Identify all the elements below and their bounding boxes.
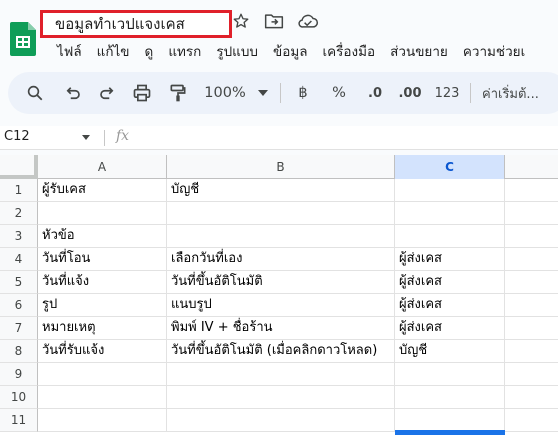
cell-b5[interactable]: วันที่ขึ้นอัติโนมัติ [167,271,395,294]
percent-format-button[interactable]: % [328,72,350,114]
cell-a8[interactable]: วันที่รับแจ้ง [38,340,167,363]
cell-b2[interactable] [167,202,395,225]
row-header-3[interactable]: 3 [0,225,38,248]
search-icon[interactable] [22,72,48,114]
cell-a10[interactable] [38,386,167,409]
cell-b7[interactable]: พิมพ์ IV + ชื่อร้าน [167,317,395,340]
cell-a6[interactable]: รูป [38,294,167,317]
cell-c9[interactable] [395,363,505,386]
cell-d1[interactable] [505,179,558,202]
cell-c8[interactable]: บัญชี [395,340,505,363]
cell-a4[interactable]: วันที่โอน [38,248,167,271]
menu-format[interactable]: รูปแบบ [216,40,258,62]
decrease-decimal-button[interactable]: .0 [362,72,388,114]
column-header-c[interactable]: C [395,155,505,179]
cell-b11[interactable] [167,409,395,432]
cell-d2[interactable] [505,202,558,225]
number-format-button[interactable]: 123 [432,72,462,114]
default-font-select[interactable]: ค่าเริ่มต้... [482,72,558,114]
menu-view[interactable]: ดู [145,40,154,62]
column-header-row: A B C [0,155,558,179]
menu-tools[interactable]: เครื่องมือ [323,40,376,62]
cell-d9[interactable] [505,363,558,386]
cell-b1[interactable]: บัญชี [167,179,395,202]
cell-c2[interactable] [395,202,505,225]
cloud-status-icon[interactable] [297,12,319,32]
star-icon[interactable] [232,12,252,32]
cell-b9[interactable] [167,363,395,386]
cell-b10[interactable] [167,386,395,409]
cell-c6[interactable]: ผู้ส่งเคส [395,294,505,317]
print-icon[interactable] [128,72,156,114]
fx-icon: fx [116,128,130,144]
cell-d3[interactable] [505,225,558,248]
formula-input[interactable] [140,129,550,147]
menu-extensions[interactable]: ส่วนขยาย [390,40,448,62]
cell-d10[interactable] [505,386,558,409]
dropdown-arrow-icon[interactable] [256,72,270,114]
zoom-select[interactable]: 100% [202,72,248,114]
select-all-corner[interactable] [0,155,38,179]
cell-c7[interactable]: ผู้ส่งเคส [395,317,505,340]
cell-a1[interactable]: ผู้รับเคส [38,179,167,202]
row-header-11[interactable]: 11 [0,409,38,432]
menu-data[interactable]: ข้อมูล [273,40,308,62]
cell-c3[interactable] [395,225,505,248]
name-box-dropdown-icon[interactable] [82,135,90,140]
toolbar: 100% ฿ % .0 .00 123 ค่าเริ่มต้... [8,72,558,114]
sheet-grid: A B C 1 ผู้รับเคส บัญชี 2 3 หัวข้อ 4 วันที่โอนเ… [0,155,558,435]
cell-a11[interactable] [38,409,167,432]
row-header-4[interactable]: 4 [0,248,38,271]
move-to-folder-icon[interactable] [264,12,284,32]
cell-b3[interactable] [167,225,395,248]
cell-b6[interactable]: แนบรูป [167,294,395,317]
cell-a9[interactable] [38,363,167,386]
cell-b4[interactable]: เลือกวันที่เอง [167,248,395,271]
row-header-6[interactable]: 6 [0,294,38,317]
cell-c10[interactable] [395,386,505,409]
increase-decimal-button[interactable]: .00 [396,72,424,114]
menu-insert[interactable]: แทรก [168,40,201,62]
column-header-a[interactable]: A [38,155,167,179]
row-header-2[interactable]: 2 [0,202,38,225]
cell-a2[interactable] [38,202,167,225]
row-header-8[interactable]: 8 [0,340,38,363]
menu-bar: ไฟล์ แก้ไข ดู แทรก รูปแบบ ข้อมูล เครื่อง… [57,40,540,62]
name-box[interactable]: C12 [4,129,30,144]
redo-icon[interactable] [94,72,120,114]
cell-d7[interactable] [505,317,558,340]
menu-help[interactable]: ความช่วยเ [463,40,525,62]
cell-c4[interactable]: ผู้ส่งเคส [395,248,505,271]
undo-icon[interactable] [60,72,86,114]
column-header-d[interactable] [505,155,558,179]
selected-cell-indicator [395,430,505,435]
cell-c5[interactable]: ผู้ส่งเคส [395,271,505,294]
cell-c11[interactable] [395,409,505,432]
formula-bar: C12 fx [0,126,558,150]
menu-edit[interactable]: แก้ไข [97,40,130,62]
cell-d8[interactable] [505,340,558,363]
cell-b8[interactable]: วันที่ขึ้นอัติโนมัติ (เมื่อคลิกดาวโหลด) [167,340,395,363]
cell-d4[interactable] [505,248,558,271]
row-header-9[interactable]: 9 [0,363,38,386]
paint-format-icon[interactable] [164,72,192,114]
row-header-5[interactable]: 5 [0,271,38,294]
cell-a5[interactable]: วันที่แจ้ง [38,271,167,294]
cell-c1[interactable] [395,179,505,202]
cell-a7[interactable]: หมายเหตุ [38,317,167,340]
cell-d11[interactable] [505,409,558,432]
column-header-b[interactable]: B [167,155,395,179]
cell-a3[interactable]: หัวข้อ [38,225,167,248]
cell-d5[interactable] [505,271,558,294]
menu-file[interactable]: ไฟล์ [57,40,82,62]
sheets-logo-icon[interactable] [10,22,36,56]
row-header-7[interactable]: 7 [0,317,38,340]
row-header-1[interactable]: 1 [0,179,38,202]
cell-d6[interactable] [505,294,558,317]
currency-format-button[interactable]: ฿ [292,72,314,114]
document-title-input[interactable]: ขอมูลทำเวปแจงเคส [40,10,232,38]
row-header-10[interactable]: 10 [0,386,38,409]
